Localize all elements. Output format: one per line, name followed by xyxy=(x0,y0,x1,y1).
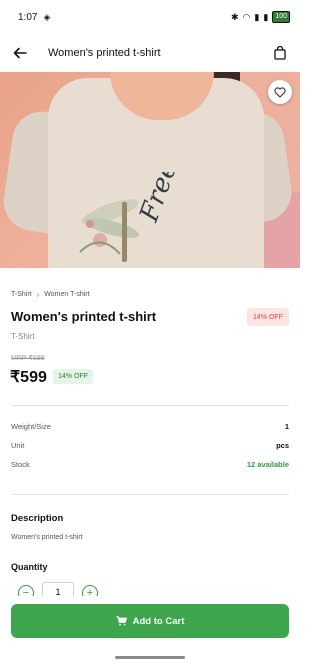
spec-row-unit: Unit pcs xyxy=(11,441,289,450)
wifi-icon: ◠ xyxy=(242,12,251,22)
sale-price: ₹599 xyxy=(10,369,47,386)
divider xyxy=(11,405,289,406)
shopping-bag-icon[interactable] xyxy=(270,43,290,63)
print-text: Free xyxy=(134,172,183,227)
stock-value: 12 available xyxy=(246,460,289,469)
description-text: Women's printed t-shirt xyxy=(11,534,83,541)
discount-badge: 14% OFF xyxy=(247,308,289,326)
back-arrow-glyph xyxy=(13,47,27,59)
spec-row-stock: Stock 12 available xyxy=(11,460,289,469)
signal-icon-2: ▮ xyxy=(263,12,269,22)
status-right: ✱ ◠ ▮ ▮ 100 xyxy=(231,11,290,23)
spec-label: Stock xyxy=(11,460,30,469)
mrp-price: MRP ₹699 xyxy=(11,355,45,362)
spec-value: pcs xyxy=(276,441,289,450)
product-name: Women's printed t-shirt xyxy=(11,309,157,324)
page-title: Women's printed t-shirt xyxy=(48,47,161,59)
location-icon: ◈ xyxy=(43,12,51,22)
product-image[interactable]: Free xyxy=(0,72,300,268)
breadcrumb: T-Shirt › Women T-shirt xyxy=(11,290,90,299)
spec-label: Weight/Size xyxy=(11,422,51,431)
cart-icon xyxy=(116,616,127,626)
quantity-heading: Quantity xyxy=(11,562,48,572)
breadcrumb-item-tshirt[interactable]: T-Shirt xyxy=(11,291,32,298)
home-indicator[interactable] xyxy=(115,656,185,659)
shopping-bag-glyph xyxy=(274,46,286,60)
add-to-cart-button[interactable]: Add to Cart xyxy=(11,604,289,638)
breadcrumb-item-women-tshirt[interactable]: Women T-shirt xyxy=(44,291,89,298)
heart-glyph xyxy=(274,86,286,98)
description-heading: Description xyxy=(11,513,64,524)
spec-value: 1 xyxy=(284,422,289,431)
back-arrow-icon[interactable] xyxy=(10,43,30,63)
spec-row-weight: Weight/Size 1 xyxy=(11,422,289,431)
chevron-right-icon: › xyxy=(36,290,40,299)
product-category: T-Shirt xyxy=(11,332,35,341)
signal-icon: ▮ xyxy=(254,12,260,22)
spec-label: Unit xyxy=(11,441,25,450)
divider xyxy=(11,494,289,495)
status-time: 1:07 xyxy=(18,11,38,23)
heart-outline-icon[interactable] xyxy=(268,80,292,104)
dragonfly-print: Free xyxy=(79,172,183,262)
add-to-cart-label: Add to Cart xyxy=(132,615,185,627)
bluetooth-icon: ✱ xyxy=(231,12,239,22)
battery-icon: 100 xyxy=(272,11,290,23)
status-bar: 1:07 ◈ ✱ ◠ ▮ ▮ 100 xyxy=(0,0,300,34)
off-badge: 14% OFF xyxy=(53,369,93,384)
status-left: 1:07 ◈ xyxy=(18,12,50,23)
app-bar: Women's printed t-shirt xyxy=(0,34,300,72)
